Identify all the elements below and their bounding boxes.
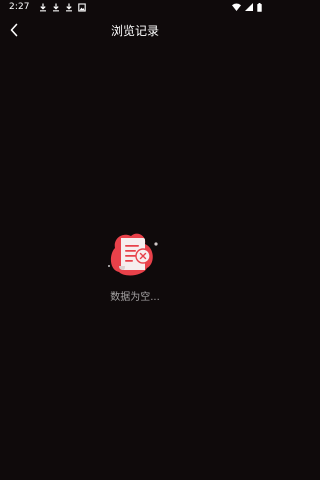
empty-message: 数据为空... [110, 292, 160, 303]
notification-icons [39, 2, 86, 12]
signal-icon [245, 3, 253, 11]
status-time: 2:27 [9, 2, 30, 12]
back-button[interactable] [4, 20, 24, 40]
page-title: 浏览记录 [110, 23, 159, 38]
chevron-left-icon [10, 23, 18, 37]
download-icon [65, 3, 72, 11]
status-right [232, 2, 262, 12]
status-bar: 2:27 [0, 0, 270, 14]
download-icon [52, 3, 59, 11]
empty-document-icon [108, 233, 158, 276]
wifi-icon [232, 3, 241, 11]
status-left: 2:27 [9, 2, 86, 12]
photo-icon [77, 2, 86, 12]
download-icon [39, 3, 46, 11]
screen: 2:27 浏览记录 数据为空... [0, 0, 270, 480]
title-bar: 浏览记录 [0, 14, 270, 46]
battery-icon [257, 2, 262, 12]
empty-state: 数据为空... [0, 230, 270, 303]
